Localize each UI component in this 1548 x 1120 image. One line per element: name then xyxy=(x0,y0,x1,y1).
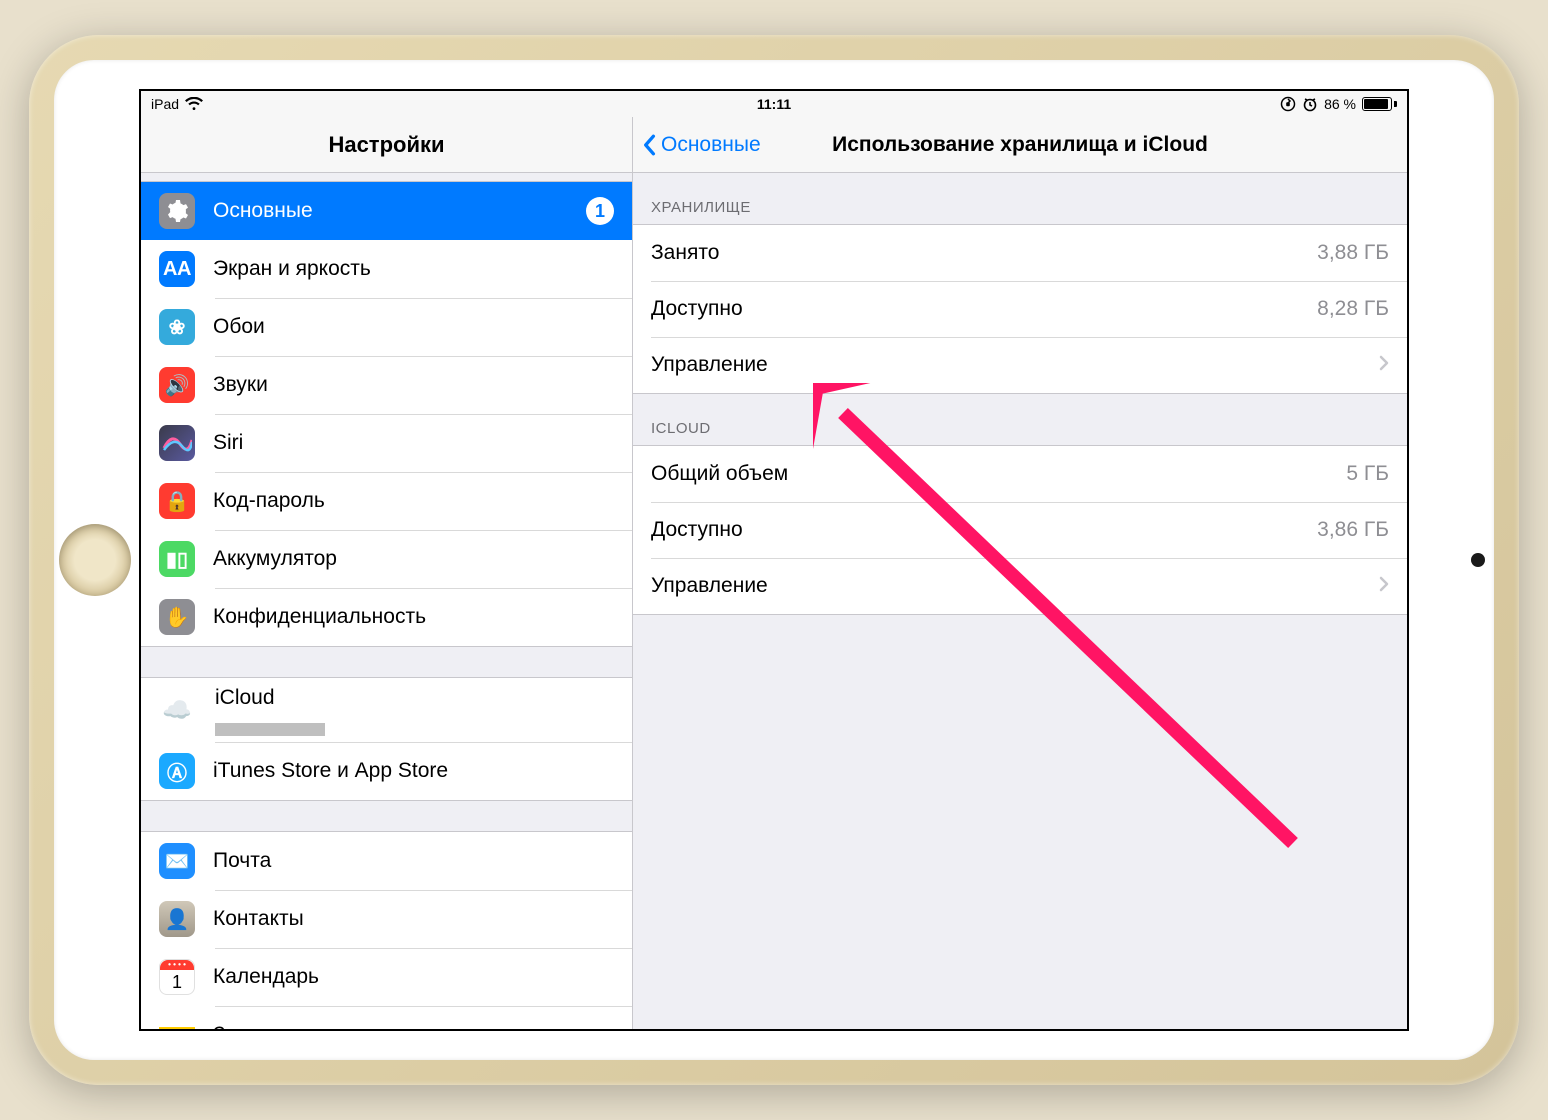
row-storage-manage[interactable]: Управление xyxy=(633,337,1407,393)
back-button[interactable]: Основные xyxy=(633,133,761,157)
sidebar-header: Настройки xyxy=(141,117,632,173)
front-camera xyxy=(1471,553,1485,567)
sidebar-item-calendar-label: Календарь xyxy=(213,965,319,989)
detail-title: Использование хранилища и iCloud xyxy=(832,133,1208,157)
row-storage-used-value: 3,88 ГБ xyxy=(1317,241,1389,265)
sidebar-item-display[interactable]: AA Экран и яркость xyxy=(141,240,632,298)
sidebar-item-icloud-label: iCloud xyxy=(215,686,275,710)
screen: iPad 11:11 86 % xyxy=(139,89,1409,1031)
device-label: iPad xyxy=(151,96,179,112)
sidebar-item-contacts-label: Контакты xyxy=(213,907,304,931)
sidebar-item-wallpaper-label: Обои xyxy=(213,315,265,339)
back-label: Основные xyxy=(661,133,761,157)
battery-percent: 86 % xyxy=(1324,96,1356,112)
orientation-lock-icon xyxy=(1280,96,1296,112)
sidebar-item-display-label: Экран и яркость xyxy=(213,257,371,281)
sidebar-item-mail[interactable]: ✉️ Почта xyxy=(141,832,632,890)
row-storage-avail-label: Доступно xyxy=(651,297,743,321)
row-icloud-manage-label: Управление xyxy=(651,574,768,598)
row-storage-used-label: Занято xyxy=(651,241,719,265)
section-header: ХРАНИЛИЩЕ xyxy=(633,173,1407,224)
row-icloud-total-value: 5 ГБ xyxy=(1346,462,1389,486)
ipad-bezel: iPad 11:11 86 % xyxy=(54,60,1494,1060)
sidebar-item-wallpaper[interactable]: ❀ Обои xyxy=(141,298,632,356)
row-icloud-manage[interactable]: Управление xyxy=(633,558,1407,614)
sidebar-item-siri-label: Siri xyxy=(213,431,243,455)
sidebar-item-contacts[interactable]: 👤 Контакты xyxy=(141,890,632,948)
row-storage-manage-label: Управление xyxy=(651,353,768,377)
sidebar-item-icloud-subtext xyxy=(215,720,325,736)
sidebar-item-sounds[interactable]: 🔊 Звуки xyxy=(141,356,632,414)
sidebar-item-siri-icon xyxy=(159,425,195,461)
sidebar-item-itunes-icon: Ⓐ xyxy=(159,753,195,789)
sidebar-item-wallpaper-icon: ❀ xyxy=(159,309,195,345)
sidebar-item-privacy-icon: ✋ xyxy=(159,599,195,635)
sidebar-item-battery-icon: ▮▯ xyxy=(159,541,195,577)
sidebar-item-privacy[interactable]: ✋ Конфиденциальность xyxy=(141,588,632,646)
sidebar-item-general-label: Основные xyxy=(213,199,313,223)
sidebar-item-passcode-icon: 🔒 xyxy=(159,483,195,519)
row-icloud-total-label: Общий объем xyxy=(651,462,788,486)
battery-icon xyxy=(1362,97,1397,111)
sidebar-item-mail-label: Почта xyxy=(213,849,271,873)
row-icloud-avail: Доступно 3,86 ГБ xyxy=(633,502,1407,558)
row-icloud-total: Общий объем 5 ГБ xyxy=(633,446,1407,502)
row-storage-avail: Доступно 8,28 ГБ xyxy=(633,281,1407,337)
sidebar-item-notes-icon xyxy=(159,1017,195,1029)
sidebar-item-icloud[interactable]: ☁️ iCloud xyxy=(141,678,632,742)
detail-pane: Основные Использование хранилища и iClou… xyxy=(633,117,1407,1029)
row-storage-used: Занято 3,88 ГБ xyxy=(633,225,1407,281)
chevron-right-icon xyxy=(1379,353,1389,377)
status-time: 11:11 xyxy=(757,96,791,112)
sidebar-item-notes[interactable]: Заметки xyxy=(141,1006,632,1029)
chevron-right-icon xyxy=(1379,574,1389,598)
sidebar-item-calendar[interactable]: • • • •1 Календарь xyxy=(141,948,632,1006)
status-bar: iPad 11:11 86 % xyxy=(141,91,1407,117)
sidebar-item-display-icon: AA xyxy=(159,251,195,287)
sidebar-item-mail-icon: ✉️ xyxy=(159,843,195,879)
sidebar-item-passcode-label: Код-пароль xyxy=(213,489,325,513)
sidebar-item-siri[interactable]: Siri xyxy=(141,414,632,472)
sidebar-item-passcode[interactable]: 🔒 Код-пароль xyxy=(141,472,632,530)
sidebar-item-battery[interactable]: ▮▯ Аккумулятор xyxy=(141,530,632,588)
row-storage-avail-value: 8,28 ГБ xyxy=(1317,297,1389,321)
sidebar-item-general[interactable]: Основные 1 xyxy=(141,182,632,240)
sidebar-item-calendar-icon: • • • •1 xyxy=(159,959,195,995)
sidebar-item-notes-label: Заметки xyxy=(213,1023,293,1029)
sidebar-title: Настройки xyxy=(328,132,444,158)
alarm-icon xyxy=(1302,96,1318,112)
sidebar-item-general-icon xyxy=(159,193,195,229)
sidebar-item-icloud-icon: ☁️ xyxy=(159,692,195,728)
sidebar-item-sounds-label: Звуки xyxy=(213,373,268,397)
sidebar-item-contacts-icon: 👤 xyxy=(159,901,195,937)
detail-header: Основные Использование хранилища и iClou… xyxy=(633,117,1407,173)
home-button[interactable] xyxy=(59,524,131,596)
wifi-icon xyxy=(185,97,203,111)
settings-sidebar: Настройки Основные 1 AA Экран и яркость ❀ Обо… xyxy=(141,117,633,1029)
sidebar-item-privacy-label: Конфиденциальность xyxy=(213,605,426,629)
sidebar-item-battery-label: Аккумулятор xyxy=(213,547,337,571)
sidebar-item-itunes-label: iTunes Store и App Store xyxy=(213,759,448,783)
sidebar-item-itunes[interactable]: ⒶiTunes Store и App Store xyxy=(141,742,632,800)
section-header: ICLOUD xyxy=(633,394,1407,445)
row-icloud-avail-value: 3,86 ГБ xyxy=(1317,518,1389,542)
sidebar-item-sounds-icon: 🔊 xyxy=(159,367,195,403)
row-icloud-avail-label: Доступно xyxy=(651,518,743,542)
sidebar-item-general-badge: 1 xyxy=(586,197,614,225)
ipad-frame: iPad 11:11 86 % xyxy=(29,35,1519,1085)
